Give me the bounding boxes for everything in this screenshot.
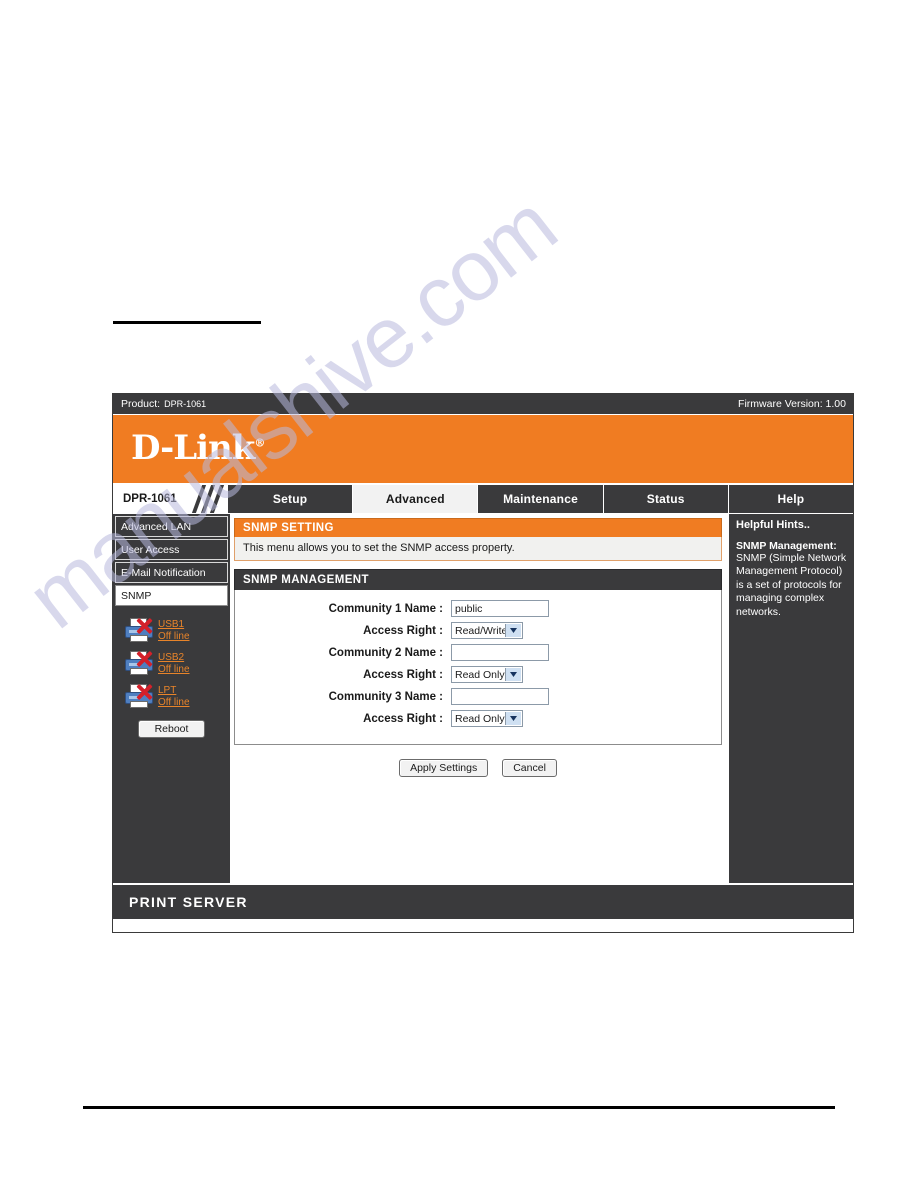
main-content: SNMP SETTING This menu allows you to set… [230,514,728,883]
form-row-access-right-1: Access Right : Read/Write [235,622,721,639]
form-row-community-2: Community 2 Name : [235,644,721,661]
chevron-down-icon[interactable] [505,712,521,725]
tab-setup[interactable]: Setup [227,485,352,513]
helpful-hints-panel: Helpful Hints.. SNMP Management: SNMP (S… [728,514,853,883]
community-1-name-input[interactable] [451,600,549,617]
tab-model-badge: DPR-1061 [113,485,227,513]
access-right-3-select[interactable]: Read Only [451,710,523,727]
dlink-logo: D-Link® [131,428,265,468]
device-web-ui: Product: DPR-1061 Firmware Version: 1.00… [112,393,854,933]
form-row-access-right-3: Access Right : Read Only [235,710,721,727]
tab-advanced[interactable]: Advanced [352,485,478,513]
snmp-form: Community 1 Name : Access Right : Read/W… [234,590,722,745]
firmware-version: Firmware Version: 1.00 [738,398,846,410]
panel-title: SNMP MANAGEMENT [234,569,722,590]
printer-port-link-lpt[interactable]: LPT [158,685,190,698]
tab-status[interactable]: Status [602,485,728,513]
product-bar: Product: DPR-1061 Firmware Version: 1.00 [113,394,853,415]
printer-status-link-usb2[interactable]: Off line [158,664,190,677]
tab-advanced-label: Advanced [385,492,445,506]
helpful-hints-title: Helpful Hints.. [736,519,810,531]
printer-offline-icon [123,683,155,710]
brand-banner: D-Link® [113,415,853,485]
sidebar-item-label: E-Mail Notification [121,566,206,579]
sidebar-item-user-access[interactable]: User Access [115,539,228,560]
product-model-value: DPR-1061 [164,399,207,409]
printer-labels: LPT Off line [158,685,190,710]
printer-status-usb2: USB2 Off line [123,650,228,677]
footer-label: PRINT SERVER [129,894,248,910]
printer-port-link-usb2[interactable]: USB2 [158,652,190,665]
sidebar-item-snmp[interactable]: SNMP [115,585,228,606]
form-row-access-right-2: Access Right : Read Only [235,666,721,683]
community-1-name-label: Community 1 Name : [328,602,443,615]
sidebar-item-label: User Access [121,543,180,556]
access-right-2-label: Access Right : [363,668,443,681]
red-cross-icon [135,683,153,701]
printer-port-link-usb1[interactable]: USB1 [158,619,190,632]
reboot-button[interactable]: Reboot [137,720,206,738]
product-info: Product: DPR-1061 [121,398,206,410]
community-3-name-label: Community 3 Name : [328,690,443,703]
printer-offline-icon [123,650,155,677]
access-right-1-select[interactable]: Read/Write [451,622,523,639]
access-right-2-select[interactable]: Read Only [451,666,523,683]
sidebar-item-email-notification[interactable]: E-Mail Notification [115,562,228,583]
printer-status-lpt: LPT Off line [123,683,228,710]
community-2-name-input[interactable] [451,644,549,661]
tab-setup-label: Setup [272,492,308,506]
product-label: Product: [121,398,161,410]
section-title: SNMP SETTING [234,518,722,537]
body-columns: Advanced LAN User Access E-Mail Notifica… [113,514,853,883]
nav-tabs: DPR-1061 Setup Advanced Maintenance Stat… [113,485,853,514]
cancel-button[interactable]: Cancel [502,759,557,777]
helpful-hints-text: SNMP (Simple Network Management Protocol… [736,552,847,618]
red-cross-icon [135,650,153,668]
community-2-name-label: Community 2 Name : [328,646,443,659]
form-row-community-3: Community 3 Name : [235,688,721,705]
access-right-1-value: Read/Write [455,624,508,637]
apply-settings-button[interactable]: Apply Settings [399,759,489,777]
access-right-3-label: Access Right : [363,712,443,725]
tab-help-label: Help [777,492,805,506]
footer-bar: PRINT SERVER [113,883,853,919]
printer-status-link-lpt[interactable]: Off line [158,697,190,710]
form-actions: Apply Settings Cancel [234,759,722,777]
sidebar-item-label: SNMP [121,589,152,602]
sidebar-item-label: Advanced LAN [121,520,192,533]
printer-status-link-usb1[interactable]: Off line [158,631,190,644]
reboot-button-wrap: Reboot [115,720,228,738]
tab-maintenance-label: Maintenance [503,492,578,506]
printer-status-usb1: USB1 Off line [123,617,228,644]
page-rule-top [113,321,261,324]
form-row-community-1: Community 1 Name : [235,600,721,617]
slash-decoration-icon [189,485,226,513]
dlink-logo-text: D-Link [131,428,255,468]
chevron-down-icon[interactable] [505,668,521,681]
chevron-down-icon[interactable] [505,624,521,637]
section-description: This menu allows you to set the SNMP acc… [234,537,722,561]
printer-offline-icon [123,617,155,644]
sidebar: Advanced LAN User Access E-Mail Notifica… [113,514,230,883]
tab-status-label: Status [646,492,685,506]
access-right-3-value: Read Only [455,712,505,725]
sidebar-item-advanced-lan[interactable]: Advanced LAN [115,516,228,537]
printer-labels: USB2 Off line [158,652,190,677]
access-right-1-label: Access Right : [363,624,443,637]
page-rule-bottom [83,1106,835,1109]
registered-mark: ® [254,436,265,450]
tab-model-label: DPR-1061 [123,493,177,505]
tab-help[interactable]: Help [727,485,853,513]
helpful-hints-subtitle: SNMP Management: [736,540,837,552]
tab-maintenance[interactable]: Maintenance [477,485,602,513]
red-cross-icon [135,617,153,635]
access-right-2-value: Read Only [455,668,505,681]
community-3-name-input[interactable] [451,688,549,705]
printer-labels: USB1 Off line [158,619,190,644]
printer-status-list: USB1 Off line USB2 Off line LPT Off line [115,617,228,710]
